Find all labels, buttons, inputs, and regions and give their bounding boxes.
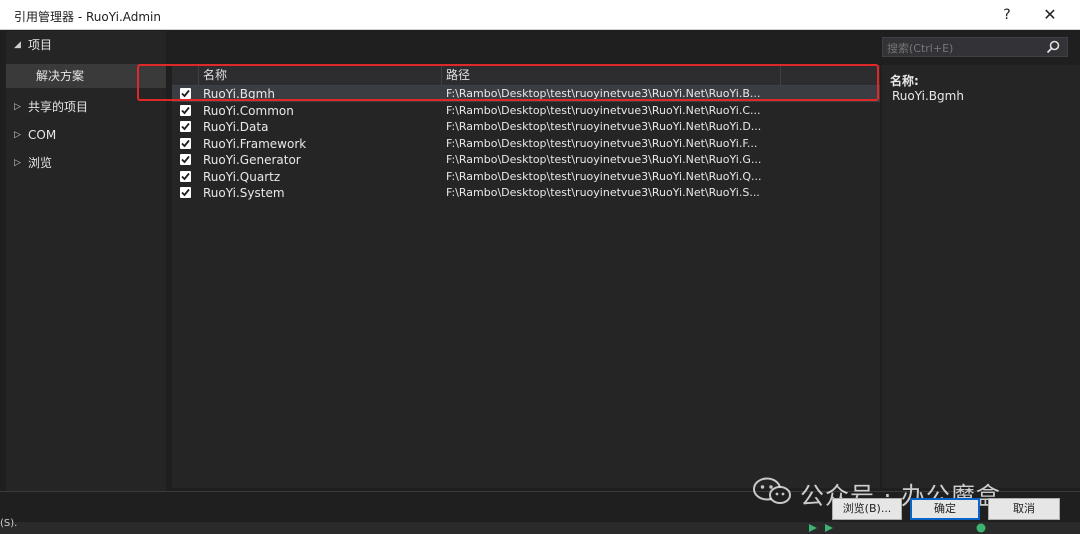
status-text: (S). (0, 518, 18, 529)
row-path: F:\Rambo\Desktop\test\ruoyinetvue3\RuoYi… (446, 137, 758, 150)
row-name: RuoYi.Common (203, 104, 294, 118)
table-row[interactable]: RuoYi.Bgmh F:\Rambo\Desktop\test\ruoyine… (172, 86, 880, 102)
checkbox[interactable] (180, 138, 191, 149)
column-header-path[interactable]: 路径 (441, 65, 780, 85)
row-name: RuoYi.Generator (203, 153, 301, 167)
sidebar-item-browse[interactable]: ▷ 浏览 (6, 151, 166, 175)
checkbox[interactable] (180, 105, 191, 116)
row-name: RuoYi.Bgmh (203, 87, 275, 101)
collapsed-arrow-icon: ▷ (14, 102, 21, 112)
search-input[interactable] (883, 38, 1039, 58)
checkmark-icon (181, 188, 190, 197)
list-top-band (172, 31, 880, 65)
sidebar-item-label: COM (28, 128, 57, 142)
row-path: F:\Rambo\Desktop\test\ruoyinetvue3\RuoYi… (446, 153, 762, 166)
table-row[interactable]: RuoYi.Data F:\Rambo\Desktop\test\ruoyine… (172, 119, 880, 135)
sidebar-item-label: 共享的项目 (28, 100, 89, 114)
ok-button[interactable]: 确定 (910, 498, 980, 520)
table-row[interactable]: RuoYi.System F:\Rambo\Desktop\test\ruoyi… (172, 185, 880, 201)
checkmark-icon (181, 106, 190, 115)
details-name-label: 名称: (890, 74, 919, 88)
list-header: 名称 路径 (172, 65, 880, 86)
checkmark-icon (181, 122, 190, 131)
category-sidebar: ◢ 项目 解决方案 ▷ 共享的项目 ▷ COM ▷ 浏览 (6, 31, 166, 491)
header-checkbox-column (172, 65, 198, 85)
wechat-logo-icon (753, 477, 791, 504)
window-title: 引用管理器 - RuoYi.Admin (14, 10, 162, 24)
close-button[interactable]: ✕ (1038, 4, 1062, 26)
sidebar-item-shared-projects[interactable]: ▷ 共享的项目 (6, 95, 166, 119)
checkbox[interactable] (180, 187, 191, 198)
run-icon (809, 524, 817, 532)
browse-button[interactable]: 浏览(B)... (832, 498, 902, 520)
background-status-bar (0, 522, 1080, 534)
reference-list: 名称 路径 RuoYi.Bgmh F:\Rambo\Desktop\test\r… (172, 65, 880, 488)
table-row[interactable]: RuoYi.Generator F:\Rambo\Desktop\test\ru… (172, 152, 880, 168)
sidebar-item-solution[interactable]: 解决方案 (6, 64, 166, 88)
search-icon[interactable] (1045, 39, 1061, 58)
details-name-value: RuoYi.Bgmh (892, 89, 964, 103)
help-button[interactable]: ? (995, 4, 1019, 26)
checkmark-icon (181, 172, 190, 181)
column-header-name[interactable]: 名称 (198, 65, 441, 85)
table-row[interactable]: RuoYi.Common F:\Rambo\Desktop\test\ruoyi… (172, 103, 880, 119)
checkmark-icon (181, 155, 190, 164)
column-header-empty (780, 65, 880, 85)
row-path: F:\Rambo\Desktop\test\ruoyinetvue3\RuoYi… (446, 170, 762, 183)
sidebar-item-projects[interactable]: ◢ 项目 (6, 33, 166, 57)
run-icon (825, 524, 833, 532)
details-panel: 名称: RuoYi.Bgmh (882, 65, 1080, 488)
table-row[interactable]: RuoYi.Framework F:\Rambo\Desktop\test\ru… (172, 136, 880, 152)
row-name: RuoYi.Quartz (203, 170, 281, 184)
checkmark-icon (181, 139, 190, 148)
sidebar-item-com[interactable]: ▷ COM (6, 123, 166, 147)
row-path: F:\Rambo\Desktop\test\ruoyinetvue3\RuoYi… (446, 120, 762, 133)
sidebar-item-label: 解决方案 (36, 69, 85, 83)
collapsed-arrow-icon: ▷ (14, 130, 21, 140)
checkbox[interactable] (180, 171, 191, 182)
checkbox[interactable] (180, 88, 191, 99)
row-name: RuoYi.Framework (203, 137, 307, 151)
collapsed-arrow-icon: ▷ (14, 158, 21, 168)
checkbox[interactable] (180, 121, 191, 132)
search-box (882, 37, 1068, 58)
sidebar-item-label: 项目 (28, 38, 53, 52)
title-bar: 引用管理器 - RuoYi.Admin ? ✕ (0, 0, 1080, 30)
checkbox[interactable] (180, 154, 191, 165)
cancel-button[interactable]: 取消 (988, 498, 1060, 520)
checkmark-icon (181, 89, 190, 98)
status-check-icon (976, 523, 986, 533)
row-path: F:\Rambo\Desktop\test\ruoyinetvue3\RuoYi… (446, 104, 761, 117)
row-name: RuoYi.Data (203, 120, 269, 134)
sidebar-item-label: 浏览 (28, 156, 53, 170)
row-path: F:\Rambo\Desktop\test\ruoyinetvue3\RuoYi… (446, 87, 761, 100)
row-name: RuoYi.System (203, 186, 285, 200)
table-row[interactable]: RuoYi.Quartz F:\Rambo\Desktop\test\ruoyi… (172, 169, 880, 185)
row-path: F:\Rambo\Desktop\test\ruoyinetvue3\RuoYi… (446, 186, 760, 199)
expanded-arrow-icon: ◢ (14, 40, 21, 50)
